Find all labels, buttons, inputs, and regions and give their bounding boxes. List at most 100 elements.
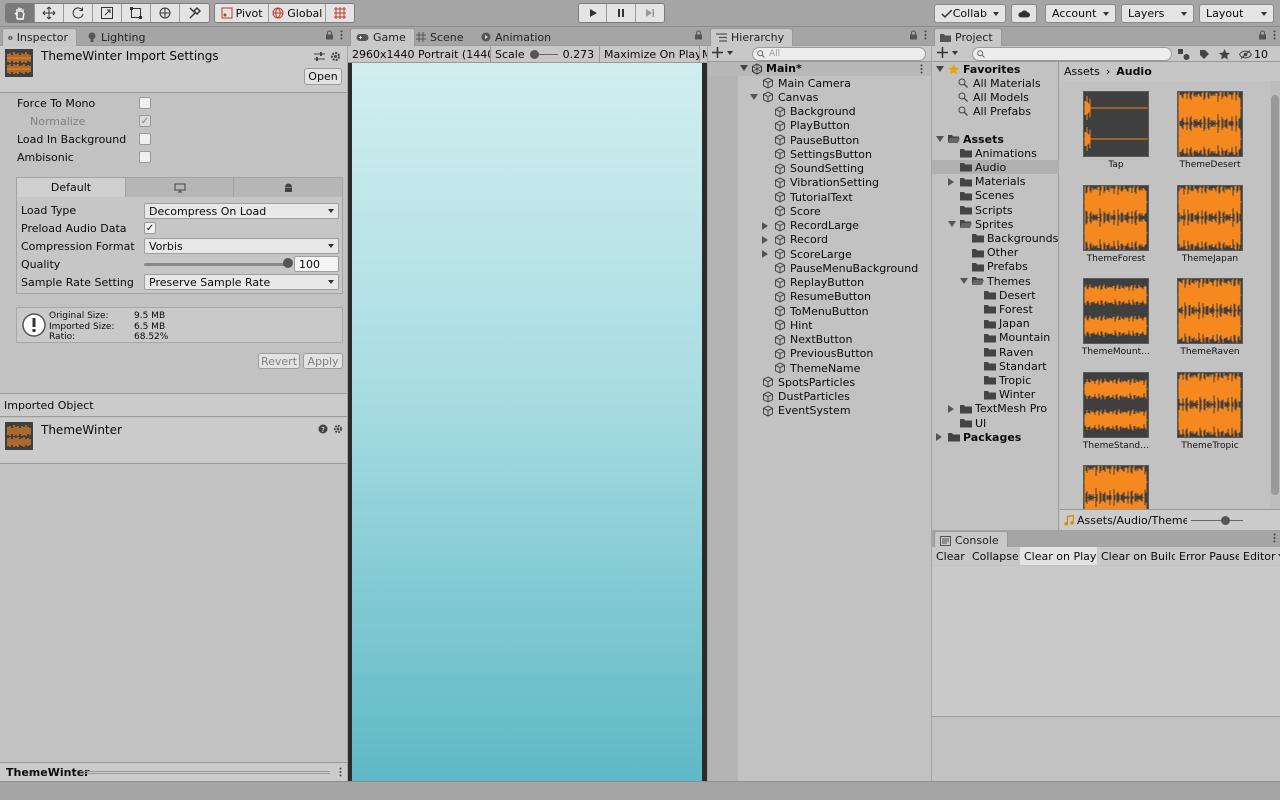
tab-scene[interactable]: Scene — [411, 28, 472, 46]
pause-button[interactable] — [607, 4, 635, 22]
lock-icon[interactable] — [1258, 30, 1267, 40]
scale-tool-button[interactable] — [93, 4, 122, 22]
transform-tool-button[interactable] — [151, 4, 180, 22]
project-folder-item[interactable]: TextMesh Pro — [948, 402, 1047, 416]
collab-dropdown[interactable]: Collab — [934, 4, 1006, 23]
hierarchy-item[interactable]: ThemeName — [762, 361, 860, 375]
project-folder-item[interactable]: UI — [948, 416, 986, 430]
favorite-search-item[interactable]: All Prefabs — [958, 104, 1031, 118]
layout-dropdown[interactable]: Layout — [1199, 4, 1274, 23]
maximize-on-play-toggle[interactable]: Maximize On Play — [600, 46, 700, 62]
hierarchy-item[interactable]: Record — [762, 233, 828, 247]
tab-inspector[interactable]: Inspector — [2, 28, 77, 46]
console-error-pause-toggle[interactable]: Error Pause — [1175, 547, 1247, 565]
scrollbar-thumb[interactable] — [1271, 95, 1279, 495]
hierarchy-item[interactable]: Score — [762, 204, 821, 218]
quality-input[interactable]: 100 — [294, 256, 339, 272]
project-folder-item[interactable]: Tropic — [972, 373, 1031, 387]
project-folder-item[interactable]: Assets — [936, 132, 1004, 146]
more-options-icon[interactable] — [924, 30, 927, 40]
project-folder-item[interactable]: Japan — [972, 317, 1030, 331]
project-create-dropdown[interactable] — [937, 47, 958, 58]
label-tag-icon[interactable] — [1199, 49, 1210, 60]
audio-asset-thumbnail[interactable] — [1177, 91, 1243, 157]
tab-lighting[interactable]: Lighting — [82, 28, 153, 46]
filter-by-type-icon[interactable] — [1178, 49, 1190, 60]
quality-slider-track[interactable] — [144, 263, 288, 266]
project-folder-item[interactable]: Packages — [936, 430, 1021, 444]
project-folder-item[interactable]: Backgrounds — [960, 231, 1058, 245]
hierarchy-item[interactable]: DustParticles — [750, 390, 850, 404]
hierarchy-item[interactable]: EventSystem — [750, 404, 851, 418]
hierarchy-item[interactable]: PreviousButton — [762, 347, 873, 361]
hierarchy-item[interactable]: TutorialText — [762, 190, 853, 204]
hidden-packages-toggle[interactable]: 10 — [1239, 48, 1268, 61]
console-clear-on-play-toggle[interactable]: Clear on Play — [1020, 547, 1101, 565]
expand-arrow-icon[interactable] — [936, 66, 944, 72]
gear-icon[interactable] — [330, 51, 341, 62]
audio-asset-thumbnail[interactable] — [1083, 91, 1149, 157]
lock-icon[interactable] — [325, 30, 334, 40]
gear-icon[interactable] — [333, 424, 343, 434]
play-button[interactable] — [579, 4, 607, 22]
hierarchy-item[interactable]: Canvas — [750, 90, 818, 104]
hierarchy-item[interactable]: ResumeButton — [762, 290, 871, 304]
audio-asset-thumbnail[interactable] — [1083, 185, 1149, 251]
hierarchy-item[interactable]: NextButton — [762, 333, 852, 347]
console-collapse-button[interactable]: Collapse — [968, 547, 1024, 565]
tab-animation[interactable]: Animation — [476, 28, 559, 46]
asset-grid-scrollbar[interactable] — [1270, 81, 1280, 509]
help-icon[interactable]: ? — [318, 424, 328, 434]
tab-game[interactable]: Game — [350, 28, 415, 46]
expand-arrow-icon[interactable] — [948, 405, 954, 413]
lock-icon[interactable] — [909, 30, 918, 40]
compression-format-dropdown[interactable]: Vorbis — [144, 238, 339, 254]
more-options-icon[interactable] — [339, 767, 342, 777]
console-clear-button[interactable]: Clear — [932, 547, 970, 565]
platform-tab-android[interactable] — [234, 178, 342, 197]
hierarchy-item[interactable]: RecordLarge — [762, 219, 859, 233]
hierarchy-item[interactable]: PlayButton — [762, 119, 850, 133]
create-dropdown[interactable] — [712, 47, 733, 58]
project-folder-item[interactable]: Winter — [972, 388, 1035, 402]
load-type-dropdown[interactable]: Decompress On Load — [144, 203, 339, 219]
ambisonic-checkbox[interactable] — [139, 151, 151, 163]
hierarchy-item[interactable]: Background — [762, 105, 856, 119]
layers-dropdown[interactable]: Layers — [1121, 4, 1194, 23]
console-detail-area[interactable] — [932, 716, 1280, 781]
platform-tab-standalone[interactable] — [126, 178, 234, 197]
scene-row[interactable]: Main* — [708, 62, 931, 76]
apply-button[interactable]: Apply — [303, 353, 343, 369]
thumbnail-size-slider[interactable] — [1191, 515, 1243, 525]
audio-asset-thumbnail[interactable] — [1083, 372, 1149, 438]
platform-tab-default[interactable]: Default — [17, 178, 126, 197]
hierarchy-item[interactable]: PauseMenuBackground — [762, 261, 918, 275]
presets-icon[interactable] — [314, 51, 325, 62]
project-folder-item[interactable]: Forest — [972, 302, 1033, 316]
expand-arrow-icon[interactable] — [762, 222, 768, 230]
project-folder-item[interactable]: Audio — [948, 160, 1006, 174]
audio-asset-thumbnail[interactable] — [1177, 278, 1243, 344]
expand-arrow-icon[interactable] — [936, 433, 942, 441]
custom-tool-button[interactable] — [180, 4, 209, 22]
snap-toggle[interactable] — [326, 4, 354, 22]
quality-slider-knob[interactable] — [283, 258, 293, 268]
star-icon[interactable] — [1219, 49, 1230, 60]
account-dropdown[interactable]: Account — [1045, 4, 1116, 23]
project-folder-item[interactable]: Scripts — [948, 203, 1013, 217]
hierarchy-item[interactable]: ToMenuButton — [762, 304, 869, 318]
audio-asset-thumbnail[interactable] — [1083, 278, 1149, 344]
scale-slider[interactable] — [530, 49, 558, 59]
more-options-icon[interactable] — [1273, 533, 1276, 543]
favorite-search-item[interactable]: All Models — [958, 90, 1029, 104]
tab-project[interactable]: Project — [934, 28, 1002, 46]
console-clear-on-build-toggle[interactable]: Clear on Build — [1097, 547, 1183, 565]
tab-hierarchy[interactable]: Hierarchy — [710, 28, 793, 46]
step-button[interactable] — [636, 4, 664, 22]
load-in-background-checkbox[interactable] — [139, 133, 151, 145]
normalize-checkbox[interactable]: ✓ — [139, 115, 151, 127]
hierarchy-item[interactable]: PauseButton — [762, 133, 859, 147]
project-folder-item[interactable]: Other — [960, 246, 1018, 260]
hierarchy-item[interactable]: SettingsButton — [762, 147, 872, 161]
project-folder-item[interactable]: Themes — [960, 274, 1031, 288]
